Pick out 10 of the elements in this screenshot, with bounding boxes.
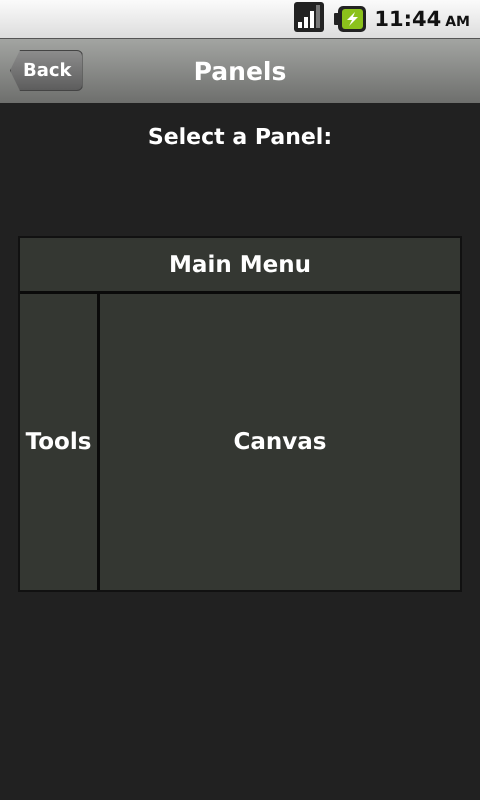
battery-charging-icon bbox=[334, 6, 366, 32]
clock-period: AM bbox=[445, 14, 470, 30]
tools-panel[interactable]: Tools bbox=[20, 294, 100, 590]
canvas-panel[interactable]: Canvas bbox=[100, 294, 460, 590]
screen-title: Panels bbox=[194, 56, 286, 86]
back-button[interactable]: Back bbox=[10, 50, 83, 91]
main-menu-panel[interactable]: Main Menu bbox=[20, 238, 460, 294]
clock-time: 11:44 bbox=[374, 7, 442, 31]
prompt-text: Select a Panel: bbox=[146, 125, 334, 150]
signal-icon bbox=[294, 2, 324, 32]
